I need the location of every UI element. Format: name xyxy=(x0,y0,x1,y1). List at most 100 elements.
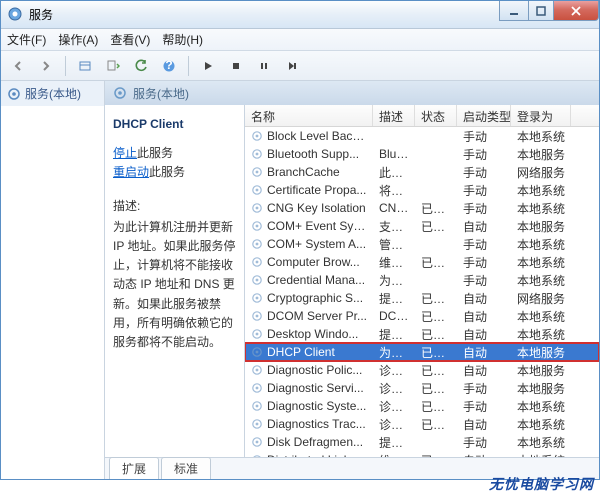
table-row[interactable]: Diagnostic Syste...诊断...已启动手动本地系统 xyxy=(245,397,599,415)
restart-service-link[interactable]: 重启动 xyxy=(113,165,149,179)
help-button[interactable]: ? xyxy=(158,55,180,77)
cell-logon: 本地系统 xyxy=(511,271,571,290)
titlebar[interactable]: 服务 xyxy=(1,1,599,29)
cell-logon: 本地系统 xyxy=(511,415,571,434)
gear-icon xyxy=(251,364,263,376)
tab-extended[interactable]: 扩展 xyxy=(109,457,159,479)
address-text: 服务(本地) xyxy=(133,85,189,102)
cell-startup: 手动 xyxy=(457,199,511,218)
stop-service-button[interactable] xyxy=(225,55,247,77)
cell-desc: CNG... xyxy=(373,200,415,216)
table-row[interactable]: Diagnostics Trac...诊断...已启动自动本地系统 xyxy=(245,415,599,433)
cell-status: 已启动 xyxy=(415,217,457,236)
cell-desc: 维护... xyxy=(373,253,415,272)
table-row[interactable]: BranchCache此服...手动网络服务 xyxy=(245,163,599,181)
table-row[interactable]: Cryptographic S...提供...已启动自动网络服务 xyxy=(245,289,599,307)
cell-logon: 本地系统 xyxy=(511,253,571,272)
cell-status xyxy=(415,441,457,443)
cell-status: 已启动 xyxy=(415,307,457,326)
grid-header: 名称 描述 状态 启动类型 登录为 xyxy=(245,105,599,127)
cell-name: COM+ Event Sys... xyxy=(245,218,373,234)
table-row[interactable]: Credential Mana...为用...手动本地系统 xyxy=(245,271,599,289)
start-service-button[interactable] xyxy=(197,55,219,77)
cell-status: 已启动 xyxy=(415,343,457,362)
menu-view[interactable]: 查看(V) xyxy=(110,31,150,48)
window-buttons xyxy=(500,1,599,21)
maximize-button[interactable] xyxy=(528,1,554,21)
export-button[interactable] xyxy=(102,55,124,77)
cell-startup: 手动 xyxy=(457,271,511,290)
close-button[interactable] xyxy=(553,1,599,21)
table-row[interactable]: Bluetooth Supp...Blue...手动本地服务 xyxy=(245,145,599,163)
forward-button[interactable] xyxy=(35,55,57,77)
cell-startup: 手动 xyxy=(457,181,511,200)
back-button[interactable] xyxy=(7,55,29,77)
menu-file[interactable]: 文件(F) xyxy=(7,31,46,48)
col-name[interactable]: 名称 xyxy=(245,105,373,126)
table-row[interactable]: Diagnostic Polic...诊断...已启动自动本地服务 xyxy=(245,361,599,379)
toolbar: ? xyxy=(1,51,599,81)
cell-logon: 本地系统 xyxy=(511,397,571,416)
table-row[interactable]: Block Level Back...手动本地系统 xyxy=(245,127,599,145)
col-status[interactable]: 状态 xyxy=(415,105,457,126)
tree-root-services[interactable]: 服务(本地) xyxy=(1,81,104,106)
cell-name: CNG Key Isolation xyxy=(245,200,373,216)
table-row[interactable]: Disk Defragmen...提供...手动本地系统 xyxy=(245,433,599,451)
table-row[interactable]: Computer Brow...维护...已启动手动本地系统 xyxy=(245,253,599,271)
cell-startup: 自动 xyxy=(457,289,511,308)
cell-desc: 诊断... xyxy=(373,379,415,398)
gear-icon xyxy=(251,220,263,232)
cell-logon: 本地系统 xyxy=(511,181,571,200)
minimize-button[interactable] xyxy=(499,1,529,21)
gear-icon xyxy=(251,310,263,322)
pause-service-button[interactable] xyxy=(253,55,275,77)
cell-name: BranchCache xyxy=(245,164,373,180)
cell-startup: 手动 xyxy=(457,235,511,254)
cell-name: Diagnostics Trac... xyxy=(245,416,373,432)
restart-service-button[interactable] xyxy=(281,55,303,77)
gear-icon xyxy=(251,454,263,457)
cell-status: 已启动 xyxy=(415,415,457,434)
table-row[interactable]: DCOM Server Pr...DCO...已启动自动本地系统 xyxy=(245,307,599,325)
gear-icon xyxy=(251,184,263,196)
gear-icon xyxy=(251,418,263,430)
menu-action[interactable]: 操作(A) xyxy=(58,31,98,48)
stop-service-link[interactable]: 停止 xyxy=(113,146,137,160)
app-icon xyxy=(7,6,23,22)
col-logon[interactable]: 登录为 xyxy=(511,105,571,126)
cell-desc: 诊断... xyxy=(373,397,415,416)
gear-icon xyxy=(113,86,127,100)
cell-startup: 手动 xyxy=(457,145,511,164)
gear-icon xyxy=(251,256,263,268)
window-title: 服务 xyxy=(29,6,53,23)
table-row[interactable]: Diagnostic Servi...诊断...已启动手动本地服务 xyxy=(245,379,599,397)
cell-startup: 手动 xyxy=(457,397,511,416)
grid-body[interactable]: Block Level Back...手动本地系统Bluetooth Supp.… xyxy=(245,127,599,457)
cell-logon: 网络服务 xyxy=(511,163,571,182)
detail-panel: DHCP Client 停止此服务 重启动此服务 描述: 为此计算机注册并更新 … xyxy=(105,105,245,457)
table-row[interactable]: COM+ Event Sys...支持...已启动自动本地服务 xyxy=(245,217,599,235)
tree-panel: 服务(本地) xyxy=(1,81,105,479)
cell-status xyxy=(415,243,457,245)
detail-stop-line: 停止此服务 xyxy=(113,144,236,163)
table-row[interactable]: Desktop Windo...提供...已启动自动本地系统 xyxy=(245,325,599,343)
cell-logon: 网络服务 xyxy=(511,289,571,308)
cell-status xyxy=(415,279,457,281)
table-row[interactable]: COM+ System A...管理...手动本地系统 xyxy=(245,235,599,253)
show-hide-button[interactable] xyxy=(74,55,96,77)
cell-status xyxy=(415,135,457,137)
refresh-button[interactable] xyxy=(130,55,152,77)
table-row[interactable]: Certificate Propa...将用...手动本地系统 xyxy=(245,181,599,199)
col-startup[interactable]: 启动类型 xyxy=(457,105,511,126)
table-row[interactable]: DHCP Client为此...已启动自动本地服务 xyxy=(245,343,599,361)
gear-icon xyxy=(251,400,263,412)
cell-desc: 为此... xyxy=(373,343,415,362)
col-desc[interactable]: 描述 xyxy=(373,105,415,126)
menu-help[interactable]: 帮助(H) xyxy=(162,31,203,48)
menubar: 文件(F) 操作(A) 查看(V) 帮助(H) xyxy=(1,29,599,51)
center-panel: 服务(本地) DHCP Client 停止此服务 重启动此服务 描述: 为此计算… xyxy=(105,81,599,479)
tab-standard[interactable]: 标准 xyxy=(161,457,211,479)
watermark: 无忧电脑学习网 xyxy=(489,474,594,494)
table-row[interactable]: CNG Key IsolationCNG...已启动手动本地系统 xyxy=(245,199,599,217)
cell-startup: 自动 xyxy=(457,307,511,326)
